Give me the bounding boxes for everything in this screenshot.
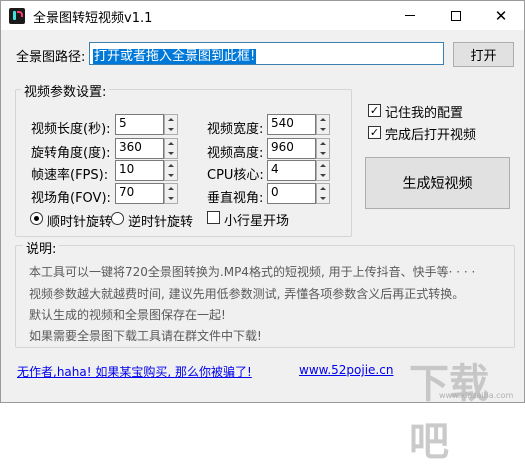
maximize-button[interactable] [433,1,479,30]
video-height-spinner[interactable] [316,138,330,159]
planet-opening-checkbox[interactable] [207,211,220,224]
vertical-angle-label: 垂直视角: [207,191,264,206]
fps-spinner[interactable] [164,160,178,181]
remember-config-checkbox[interactable]: ✓ [368,104,381,117]
cpu-cores-spinner[interactable] [316,160,330,181]
fps-input[interactable]: 10 [115,160,164,181]
minimize-icon [405,15,415,16]
vertical-angle-spinner[interactable] [316,183,330,204]
path-input[interactable]: 打开或者拖入全景图到此框! [89,42,444,65]
video-width-spinner[interactable] [316,114,330,135]
path-label: 全景图路径: [16,50,86,65]
video-length-label: 视频长度(秒): [31,122,111,137]
planet-opening-label[interactable]: 小行星开场 [224,210,289,229]
minimize-button[interactable] [387,1,433,30]
vertical-angle-input[interactable]: 0 [267,183,316,204]
remember-config-label[interactable]: 记住我的配置 [385,102,463,121]
watermark-site: www.xiazaiba.com [439,391,514,400]
clockwise-label[interactable]: 顺时针旋转 [47,211,112,230]
open-after-label[interactable]: 完成后打开视频 [385,124,476,143]
counterclockwise-radio[interactable] [111,212,124,225]
info-line: 视频参数越大就越费时间, 建议先用低参数测试, 弄懂各项参数含义后再正式转换。 [29,287,465,301]
rotation-angle-spinner[interactable] [164,138,178,159]
video-length-spinner[interactable] [164,114,178,135]
path-placeholder-text: 打开或者拖入全景图到此框! [93,49,257,64]
rotation-angle-label: 旋转角度(度): [31,146,111,161]
counterclockwise-label[interactable]: 逆时针旋转 [128,211,193,230]
video-height-label: 视频高度: [207,146,264,161]
title-bar: 全景图转短视频v1.1 ✕ [1,1,524,30]
close-icon: ✕ [494,6,508,25]
author-link[interactable]: 无作者,haha! 如果某宝购买, 那么你被骗了! [17,363,252,380]
info-line: 本工具可以一键将720全景图转换为.MP4格式的短视频, 用于上传抖音、快手等·… [29,265,476,279]
params-group-title: 视频参数设置: [21,81,110,100]
rotation-angle-input[interactable]: 360 [115,138,164,159]
close-button[interactable]: ✕ [478,1,524,30]
video-length-input[interactable]: 5 [115,114,164,135]
app-window: 全景图转短视频v1.1 ✕ 全景图路径: 打开或者拖入全景图到此框! 打开 视频… [0,0,525,465]
clockwise-radio[interactable] [30,212,43,225]
info-line: 如果需要全景图下载工具请在群文件中下载! [29,329,262,343]
generate-video-button[interactable]: 生成短视频 [365,157,510,209]
maximize-icon [451,10,461,21]
fov-input[interactable]: 70 [115,183,164,204]
window-title: 全景图转短视频v1.1 [33,11,153,26]
open-button[interactable]: 打开 [453,42,514,67]
video-width-input[interactable]: 540 [267,114,316,135]
open-after-checkbox[interactable]: ✓ [368,126,381,139]
info-group-title: 说明: [23,238,60,257]
site-link[interactable]: www.52pojie.cn [299,363,393,377]
cpu-cores-label: CPU核心: [207,168,264,183]
fov-label: 视场角(FOV): [31,191,111,206]
info-line: 默认生成的视频和全景图保存在一起! [29,308,226,322]
cpu-cores-input[interactable]: 4 [267,160,316,181]
video-height-input[interactable]: 960 [267,138,316,159]
fov-spinner[interactable] [164,183,178,204]
app-icon [9,8,25,24]
video-width-label: 视频宽度: [207,122,264,137]
fps-label: 帧速率(FPS): [31,168,109,183]
